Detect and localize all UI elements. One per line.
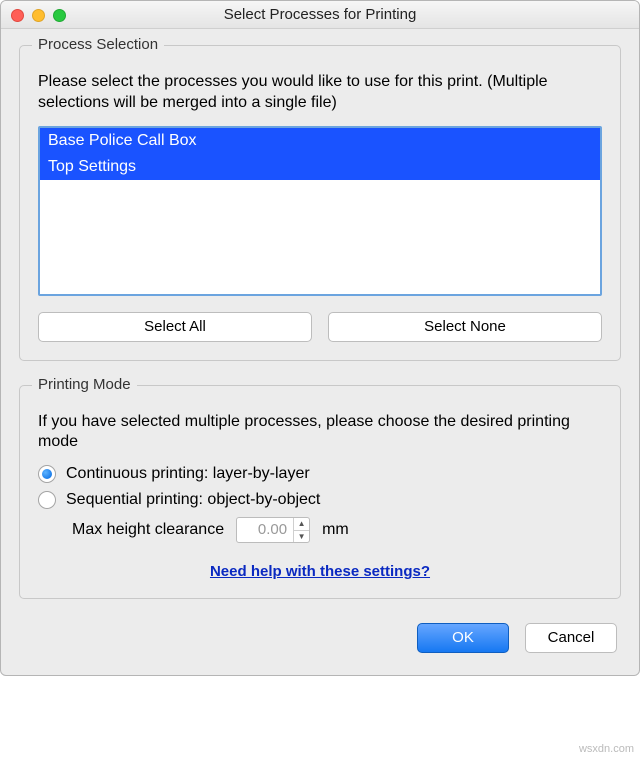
select-all-button[interactable]: Select All [38,312,312,342]
process-listbox[interactable]: Base Police Call Box Top Settings [38,126,602,296]
process-selection-group: Process Selection Please select the proc… [19,45,621,361]
chevron-down-icon[interactable]: ▼ [294,530,309,543]
clearance-row: Max height clearance 0.00 ▲ ▼ mm [72,517,602,543]
dialog-window: Select Processes for Printing Process Se… [0,0,640,676]
clearance-unit: mm [322,521,349,539]
watermark: wsxdn.com [579,743,634,755]
process-selection-description: Please select the processes you would li… [38,72,602,114]
minimize-icon[interactable] [32,9,45,22]
zoom-icon[interactable] [53,9,66,22]
printing-mode-description: If you have selected multiple processes,… [38,412,602,454]
printing-mode-label: Printing Mode [32,376,137,393]
list-item[interactable]: Top Settings [40,154,600,180]
titlebar: Select Processes for Printing [1,1,639,29]
clearance-label: Max height clearance [72,521,224,539]
ok-button[interactable]: OK [417,623,509,653]
cancel-button[interactable]: Cancel [525,623,617,653]
chevron-up-icon[interactable]: ▲ [294,518,309,530]
radio-continuous[interactable]: Continuous printing: layer-by-layer [38,465,602,483]
dialog-body: Process Selection Please select the proc… [1,29,639,675]
list-item[interactable]: Base Police Call Box [40,128,600,154]
clearance-value[interactable]: 0.00 [237,518,293,542]
radio-continuous-label: Continuous printing: layer-by-layer [66,465,310,483]
window-title: Select Processes for Printing [224,6,417,23]
selection-button-row: Select All Select None [38,312,602,342]
clearance-field[interactable]: 0.00 ▲ ▼ [236,517,310,543]
close-icon[interactable] [11,9,24,22]
process-selection-label: Process Selection [32,36,164,53]
select-none-button[interactable]: Select None [328,312,602,342]
dialog-button-row: OK Cancel [19,623,621,657]
radio-icon [38,465,56,483]
traffic-lights [11,1,66,29]
radio-sequential[interactable]: Sequential printing: object-by-object [38,491,602,509]
help-link[interactable]: Need help with these settings? [38,563,602,580]
radio-icon [38,491,56,509]
radio-sequential-label: Sequential printing: object-by-object [66,491,320,509]
clearance-stepper[interactable]: ▲ ▼ [293,518,309,542]
printing-mode-group: Printing Mode If you have selected multi… [19,385,621,600]
